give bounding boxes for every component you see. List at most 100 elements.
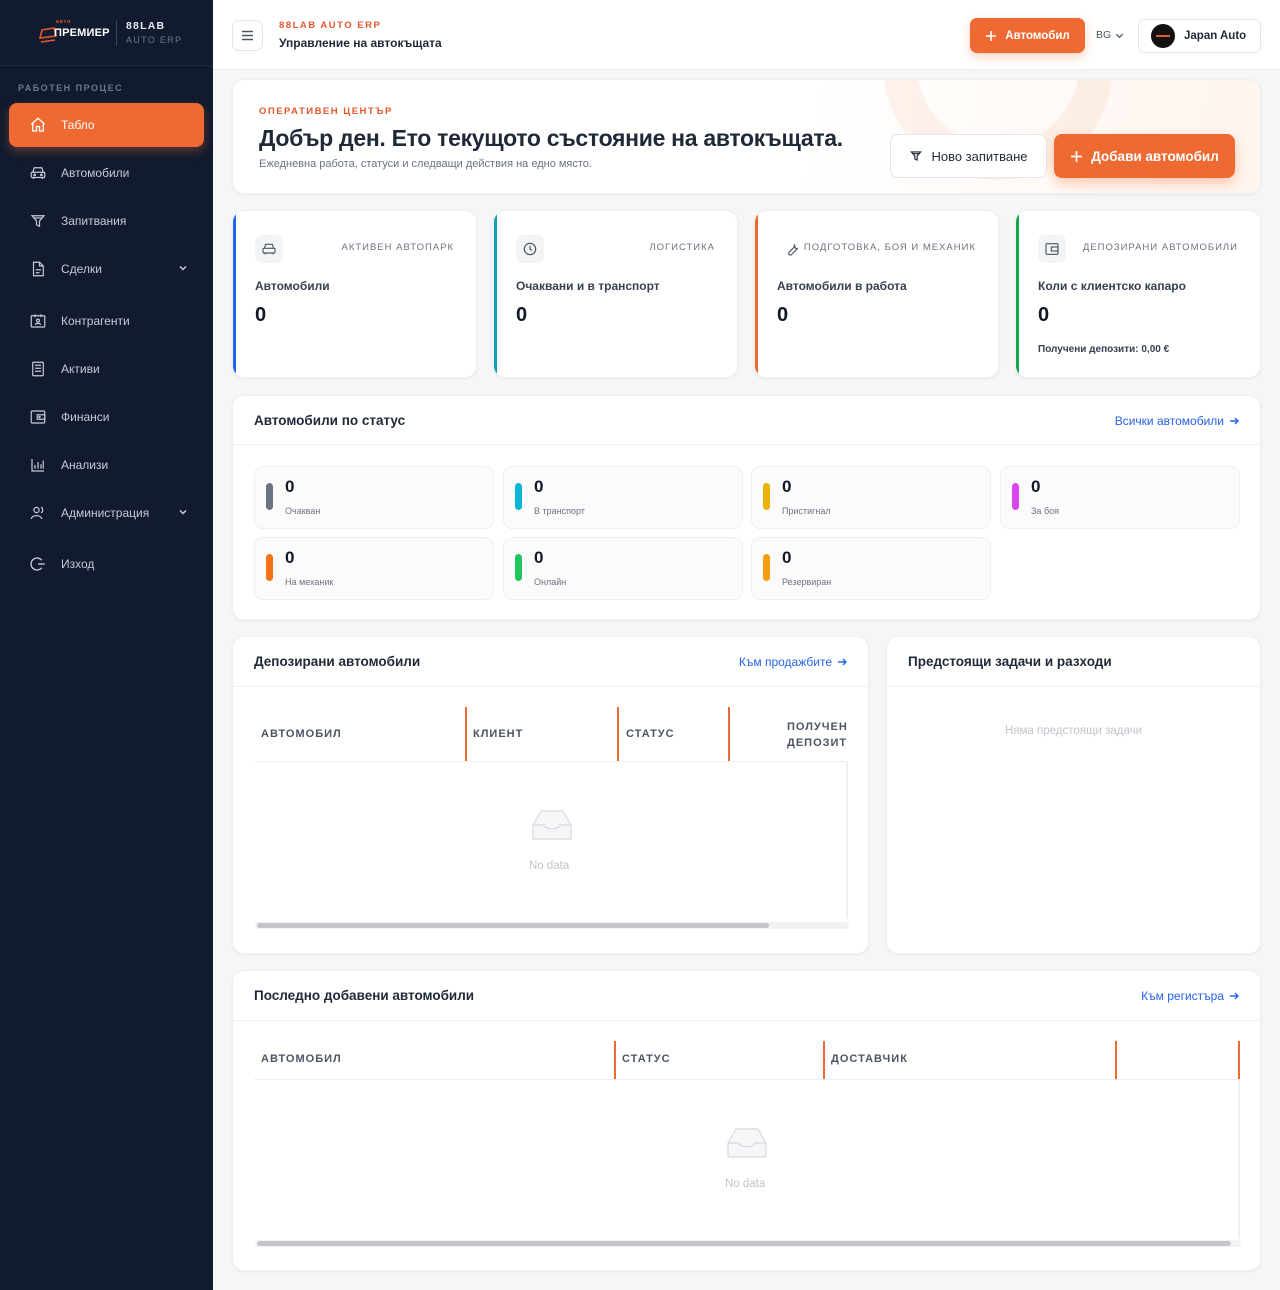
status-label: Резервиран [782,577,832,587]
brand[interactable]: авто ПРЕМИЕР 88LAB AUTO ERP [0,0,213,66]
status-count: 0 [1031,477,1041,496]
sidebar-item-finance[interactable]: Финанси [9,395,204,439]
sidebar-item-label: Табло [61,118,95,132]
status-tile-expected[interactable]: 0 Очакван [254,466,494,529]
status-tile-arrived[interactable]: 0 Пристигнал [751,466,991,529]
stat-card-logistics[interactable]: ЛОГИСТИКА Очаквани и в транспорт 0 [493,210,738,378]
status-count: 0 [534,477,544,496]
sidebar-item-label: Финанси [61,410,110,424]
hero-panel: ОПЕРАТИВЕН ЦЕНТЪР Добър ден. Ето текущот… [232,79,1261,194]
column-header-supplier[interactable]: ДОСТАВЧИК [831,1053,908,1065]
arrow-right-icon [838,658,847,666]
new-inquiry-label: Ново запитване [931,148,1028,164]
stat-card-active-fleet[interactable]: АКТИВЕН АВТОПАРК Автомобили 0 [232,210,477,378]
sidebar-item-administration[interactable]: Администрация [9,491,204,535]
sidebar-item-inquiries[interactable]: Запитвания [9,199,204,243]
status-tile-reserved[interactable]: 0 Резервиран [751,537,991,600]
empty-inbox-icon [727,1128,767,1158]
document-icon [32,261,44,277]
arrow-right-icon [1230,992,1239,1000]
language-value: BG [1096,29,1112,41]
stat-category: ПОДГОТОВКА, БОЯ И МЕХАНИК [803,242,976,253]
cars-by-status-panel: Автомобили по статус Всички автомобили 0… [232,395,1261,620]
status-tile-mechanic[interactable]: 0 На механик [254,537,494,600]
section-title: Автомобили по статус [254,413,406,428]
hero-title: Добър ден. Ето текущото състояние на авт… [259,125,843,151]
sidebar-item-deals[interactable]: Сделки [9,247,204,291]
column-header-client[interactable]: КЛИЕНТ [473,728,523,740]
sidebar-item-assets[interactable]: Активи [9,347,204,391]
stat-card-deposits[interactable]: ДЕПОЗИРАНИ АВТОМОБИЛИ Коли с клиентско к… [1015,210,1261,378]
section-title: Депозирани автомобили [254,654,421,669]
add-car-button[interactable]: Автомобил [970,18,1085,53]
new-inquiry-button[interactable]: Ново запитване [890,134,1047,178]
stat-card-preparation[interactable]: ПОДГОТОВКА, БОЯ И МЕХАНИК Автомобили в р… [754,210,999,378]
account-switcher[interactable]: Japan Auto [1138,19,1261,53]
sidebar-item-label: Автомобили [61,166,130,180]
building-icon [32,361,44,377]
stat-label: Очаквани и в транспорт [516,279,660,293]
stat-value: 0 [777,304,789,326]
app-eyebrow: 88LAB AUTO ERP [279,20,382,31]
status-count: 0 [782,548,792,567]
car-icon [262,243,276,255]
stat-label: Автомобили [255,279,330,293]
status-label: В транспорт [534,506,585,516]
empty-state-text: No data [725,1178,766,1190]
status-tile-in-transport[interactable]: 0 В транспорт [503,466,743,529]
language-selector[interactable]: BG [1096,29,1124,41]
sidebar-item-label: Сделки [61,262,102,276]
brand-title: 88LAB [126,20,166,32]
sidebar-item-label: Контрагенти [61,314,130,328]
chevron-down-icon [1116,33,1124,38]
topbar: 88LAB AUTO ERP Управление на автокъщата … [213,0,1280,70]
stat-value: 0 [255,304,267,326]
sidebar-item-dashboard[interactable]: Табло [9,103,204,147]
stat-label: Коли с клиентско капаро [1038,279,1186,293]
sidebar-item-logout[interactable]: Изход [9,542,204,586]
section-title: Предстоящи задачи и разходи [908,654,1112,669]
home-icon [30,117,46,132]
empty-state-text: No data [529,860,570,872]
column-header-car[interactable]: АВТОМОБИЛ [261,1053,342,1065]
avatar [1151,24,1175,48]
sidebar-item-label: Запитвания [61,214,127,228]
column-header-status[interactable]: СТАТУС [626,728,675,740]
sidebar-item-label: Анализи [61,458,109,472]
status-label: Онлайн [534,577,567,587]
sidebar-item-cars[interactable]: Автомобили [9,151,204,195]
to-sales-link[interactable]: Към продажбите [739,655,847,669]
wallet-icon [30,410,46,424]
stat-category: АКТИВЕН АВТОПАРК [341,242,454,253]
nav-section-title: РАБОТЕН ПРОЦЕС [18,83,124,93]
all-cars-link[interactable]: Всички автомобили [1115,414,1239,428]
header-line: ДЕПОЗИТ [787,737,848,749]
status-tile-online[interactable]: 0 Онлайн [503,537,743,600]
logo-main-text: ПРЕМИЕР [54,26,110,39]
column-header-status[interactable]: СТАТУС [622,1053,671,1065]
company-logo: авто ПРЕМИЕР [38,19,110,47]
hero-eyebrow: ОПЕРАТИВЕН ЦЕНТЪР [259,106,393,117]
arrow-right-icon [1230,417,1239,425]
link-label: Към регистъра [1141,989,1224,1003]
column-header-deposits[interactable]: ПОЛУЧЕН ДЕПОЗИТ [787,719,849,751]
add-car-primary-button[interactable]: Добави автомобил [1054,134,1235,178]
horizontal-scrollbar[interactable] [257,1241,1231,1246]
wrench-icon [788,243,799,256]
column-header-car[interactable]: АВТОМОБИЛ [261,728,342,740]
chevron-down-icon [179,265,187,271]
sidebar-item-analytics[interactable]: Анализи [9,443,204,487]
status-tile-paint[interactable]: 0 За боя [1000,466,1240,529]
users-icon [30,506,44,520]
to-registry-link[interactable]: Към регистъра [1141,989,1239,1003]
clock-icon [523,242,537,256]
horizontal-scrollbar[interactable] [257,923,769,928]
add-car-primary-label: Добави автомобил [1091,148,1219,164]
sidebar-item-contractors[interactable]: Контрагенти [9,299,204,343]
plus-icon [1071,150,1083,162]
wallet-icon [1045,243,1059,255]
menu-toggle-button[interactable] [232,20,263,51]
link-label: Към продажбите [738,655,832,669]
hero-subtitle: Ежедневна работа, статуси и следващи дей… [259,158,592,170]
page-title: Управление на автокъщата [279,36,442,50]
